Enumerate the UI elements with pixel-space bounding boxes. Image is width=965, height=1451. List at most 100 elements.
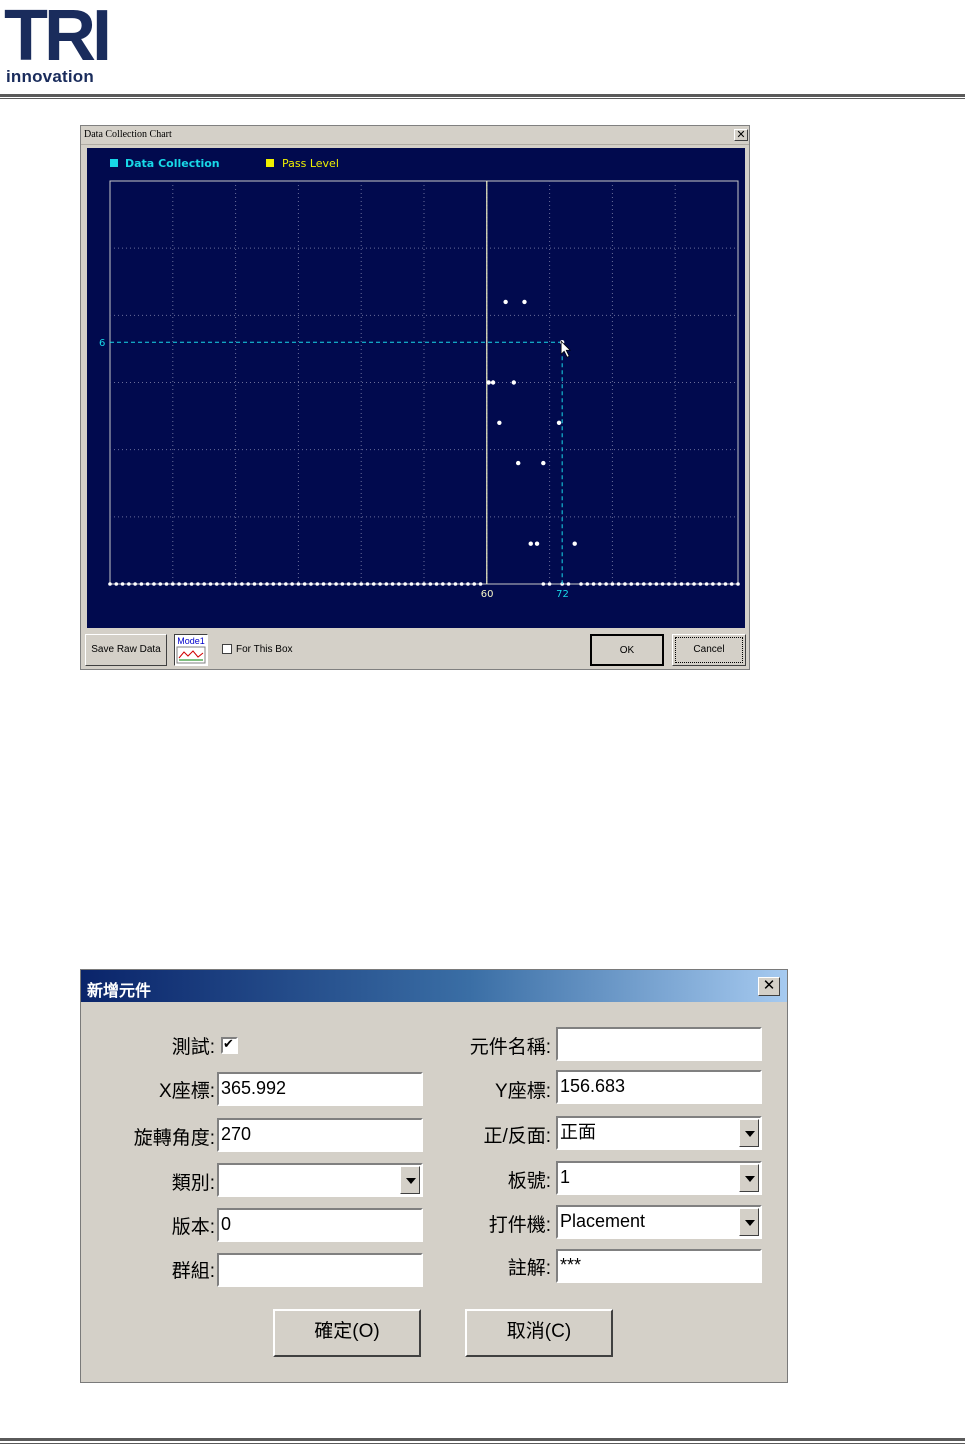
cancel-button[interactable]: Cancel [672, 634, 746, 666]
for-this-box-label: For This Box [236, 644, 293, 655]
close-button[interactable]: ✕ [758, 977, 780, 996]
data-point [528, 541, 533, 546]
baseline-point [610, 582, 615, 586]
baseline-point [453, 582, 458, 586]
baseline-point [365, 582, 370, 586]
baseline-point [158, 582, 163, 586]
mode-label: Mode1 [177, 636, 205, 646]
baseline-point [441, 582, 445, 586]
baseline-point [227, 582, 232, 586]
mode-chart-icon [176, 646, 206, 664]
rotation-input[interactable]: 270 [217, 1118, 423, 1152]
baseline-point [127, 582, 131, 586]
ok-button[interactable]: OK [590, 634, 664, 666]
baseline-point [579, 582, 583, 586]
side-value: 正面 [560, 1122, 596, 1142]
baseline-point [692, 582, 696, 586]
baseline-point [616, 582, 621, 586]
baseline-point [108, 582, 112, 586]
baseline-point [648, 582, 652, 586]
test-checkbox[interactable]: ✔ [221, 1036, 238, 1054]
legend-label-pass-level: Pass Level [282, 157, 339, 170]
data-collection-chart-window: Data Collection Chart ✕ Data Collection … [80, 125, 750, 670]
baseline-point [202, 582, 206, 586]
for-this-box-checkbox[interactable] [222, 644, 232, 654]
baseline-point [265, 582, 269, 586]
data-point [572, 541, 577, 546]
baseline-point [139, 582, 144, 586]
mouse-pointer-icon [560, 340, 572, 358]
cancel-button[interactable]: 取消(C) [465, 1309, 613, 1357]
baseline-point [642, 582, 646, 586]
baseline-point [321, 582, 326, 586]
baseline-point [541, 582, 546, 586]
test-label: 測試: [171, 1037, 215, 1058]
baseline-point [284, 582, 288, 586]
rotation-label: 旋轉角度: [133, 1128, 215, 1149]
data-point [541, 460, 546, 466]
chevron-down-icon[interactable] [739, 1164, 759, 1192]
baseline-point [390, 582, 395, 586]
chart-panel: Data Collection Pass Level 60 72 6 [87, 148, 745, 628]
y-coordinate-input[interactable]: 156.683 [556, 1070, 762, 1104]
close-button[interactable]: ✕ [734, 129, 748, 141]
baseline-point [233, 582, 238, 586]
baseline-point [673, 582, 677, 586]
baseline-point [422, 582, 426, 586]
baseline-point [704, 582, 709, 586]
x-coordinate-input[interactable]: 365.992 [217, 1072, 423, 1106]
placement-machine-select[interactable]: Placement [556, 1205, 762, 1239]
tri-logo-icon: TRI [4, 2, 112, 64]
board-number-select[interactable]: 1 [556, 1161, 762, 1195]
mode-selector-button[interactable]: Mode1 [174, 634, 208, 666]
group-input[interactable] [217, 1253, 423, 1287]
version-label: 版本: [171, 1217, 215, 1238]
baseline-point [240, 582, 244, 586]
footer-divider-thin [0, 1443, 965, 1444]
window-titlebar: Data Collection Chart ✕ [81, 126, 749, 145]
baseline-point [736, 582, 740, 586]
comment-input[interactable]: *** [556, 1249, 762, 1283]
data-point [486, 380, 491, 385]
baseline-point [635, 582, 640, 586]
data-points [486, 299, 577, 546]
baseline-point [171, 582, 175, 586]
legend-swatch-data-collection [110, 159, 118, 167]
save-raw-data-button[interactable]: Save Raw Data [85, 634, 167, 666]
component-name-label: 元件名稱: [469, 1037, 551, 1058]
board-number-label: 板號: [507, 1171, 551, 1192]
baseline-point [334, 582, 338, 586]
grid-lines [110, 181, 738, 584]
baseline-point [371, 582, 376, 586]
confirm-button[interactable]: 確定(O) [273, 1309, 421, 1357]
baseline-point [346, 582, 351, 586]
category-select[interactable] [217, 1163, 423, 1197]
baseline-point [296, 582, 301, 586]
placement-machine-value: Placement [560, 1211, 646, 1231]
baseline-point [679, 582, 684, 586]
x-coordinate-label: X座標: [159, 1081, 215, 1102]
component-name-input[interactable] [556, 1027, 762, 1061]
data-point [516, 460, 521, 466]
side-select[interactable]: 正面 [556, 1116, 762, 1150]
baseline-point [189, 582, 194, 586]
logo-subtitle: innovation [6, 67, 94, 86]
baseline-point [685, 582, 690, 586]
data-point [497, 420, 502, 425]
footer-divider [0, 1438, 965, 1441]
baseline-point [447, 582, 451, 586]
dialog-titlebar: 新增元件 ✕ [81, 970, 787, 1002]
header-divider-thin [0, 98, 965, 99]
baseline-point [152, 582, 156, 586]
baseline-point [591, 582, 596, 586]
chevron-down-icon[interactable] [739, 1208, 759, 1236]
baseline-point [723, 582, 728, 586]
chevron-down-icon[interactable] [739, 1119, 759, 1147]
data-point [511, 380, 517, 385]
window-title: Data Collection Chart [84, 129, 172, 140]
logo-main-text: TRI [4, 2, 108, 64]
baseline-point [359, 582, 364, 586]
baseline-point [302, 582, 307, 586]
board-number-value: 1 [560, 1167, 571, 1187]
version-input[interactable]: 0 [217, 1208, 423, 1242]
